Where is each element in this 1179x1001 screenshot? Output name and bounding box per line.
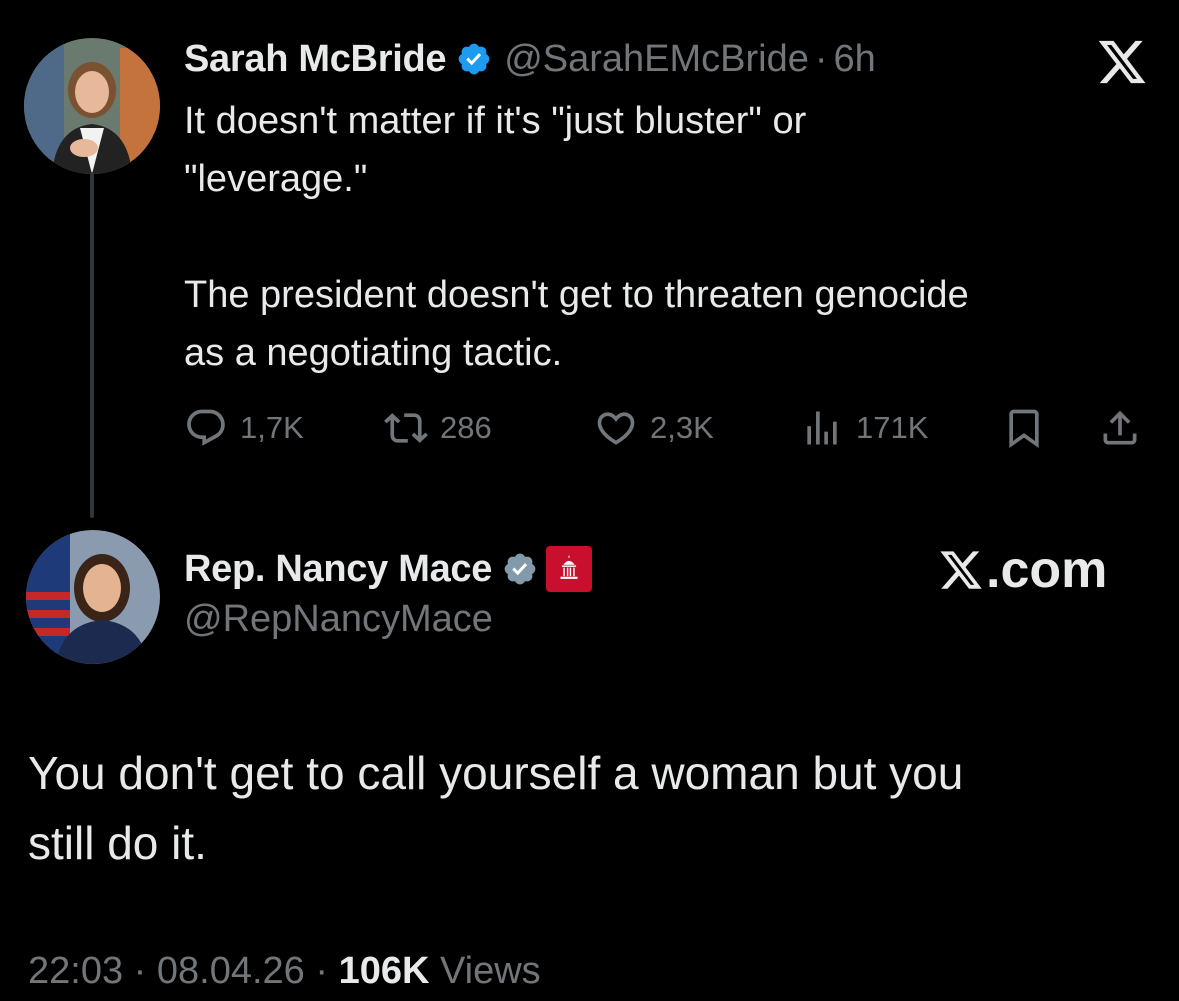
views-label: Views xyxy=(439,950,541,992)
verified-badge-icon xyxy=(504,553,536,585)
bookmark-icon xyxy=(1009,409,1039,449)
share-icon xyxy=(1103,410,1137,445)
tweet-text-line: The president doesn't get to threaten ge… xyxy=(184,274,969,316)
author-name[interactable]: Sarah McBride xyxy=(184,38,447,81)
x-logo-icon xyxy=(1098,40,1146,84)
tweet-text: It doesn't matter if it's "just bluster"… xyxy=(184,92,1164,382)
separator-dot: · xyxy=(814,37,828,80)
tweet-text-line: It doesn't matter if it's "just bluster"… xyxy=(184,100,807,142)
timestamp[interactable]: 22:03 · 08.04.26 · xyxy=(28,950,339,992)
x-logo-icon xyxy=(940,551,982,589)
share-button[interactable] xyxy=(1098,398,1142,458)
reply-text: You don't get to call yourself a woman b… xyxy=(28,738,1148,878)
verified-badge-icon xyxy=(458,43,490,75)
xcom-watermark: .com xyxy=(938,540,1107,600)
repost-count: 286 xyxy=(440,410,492,445)
government-badge-icon xyxy=(546,546,593,592)
views-button[interactable]: 171K xyxy=(800,398,928,458)
reply-icon xyxy=(187,409,225,446)
thread-connector-line xyxy=(90,172,94,518)
like-icon xyxy=(597,412,635,445)
repost-button[interactable]: 286 xyxy=(384,398,492,458)
tweet-header: Sarah McBride @SarahEMcBride · 6h xyxy=(184,34,876,84)
reply-button[interactable]: 1,7K xyxy=(184,398,304,458)
views-total: 106K xyxy=(338,950,430,992)
author-handle[interactable]: @RepNancyMace xyxy=(184,598,493,641)
like-button[interactable]: 2,3K xyxy=(594,398,714,458)
author-name[interactable]: Rep. Nancy Mace xyxy=(184,548,492,591)
watermark-text: .com xyxy=(986,541,1108,599)
bookmark-button[interactable] xyxy=(1002,398,1046,458)
avatar-nancy-mace[interactable] xyxy=(26,530,160,664)
tweet-time[interactable]: 6h xyxy=(834,38,876,81)
repost-icon xyxy=(384,413,428,443)
reply-text-line: still do it. xyxy=(28,817,207,869)
tweet-meta: 22:03 · 08.04.26 · 106K Views xyxy=(28,950,541,993)
like-count: 2,3K xyxy=(650,410,714,445)
reply-count: 1,7K xyxy=(240,410,304,445)
author-handle[interactable]: @SarahEMcBride xyxy=(504,38,809,81)
views-icon xyxy=(807,411,837,445)
tweet-text-line: as a negotiating tactic. xyxy=(184,332,563,374)
views-count: 171K xyxy=(856,410,929,445)
reply-text-line: You don't get to call yourself a woman b… xyxy=(28,747,964,799)
tweet-text-line: "leverage." xyxy=(184,158,368,200)
tweet-action-bar: 1,7K 286 2,3K 171K xyxy=(184,398,1154,458)
avatar-sarah-mcbride[interactable] xyxy=(24,38,160,174)
reply-header: Rep. Nancy Mace xyxy=(184,542,593,596)
